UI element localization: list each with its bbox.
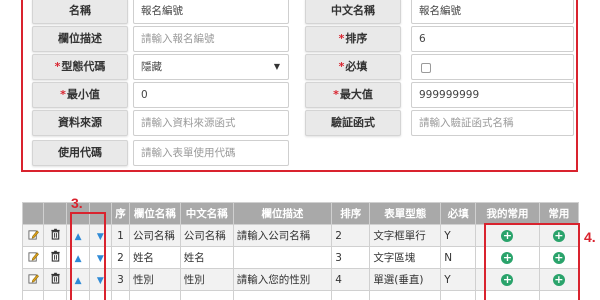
- label-min-value: *最小值: [32, 82, 128, 108]
- required-mark: *: [338, 32, 345, 45]
- trash-icon[interactable]: [50, 228, 61, 243]
- label-type-code: *型態代碼: [32, 54, 128, 80]
- header-chinese-name[interactable]: 中文名稱: [179, 202, 234, 225]
- description-field[interactable]: 請輸入報名編號: [133, 26, 289, 52]
- form-row-name: 名稱 報名編號 中文名稱 報名編號: [29, 0, 575, 24]
- label-name: 名稱: [32, 0, 128, 24]
- required-checkbox-field: [411, 54, 574, 80]
- edit-icon[interactable]: [28, 273, 39, 287]
- annotation-box-sort-arrows: [70, 212, 106, 300]
- sort-order-field[interactable]: 6: [411, 26, 574, 52]
- header-field-name[interactable]: 欄位名稱: [128, 202, 181, 225]
- trash-icon[interactable]: [50, 272, 61, 287]
- label-required: *必填: [305, 54, 401, 80]
- form-row-source: 資料來源 請輸入資料來源函式 驗証函式 請輸入驗証函式名稱: [29, 110, 575, 136]
- validation-function-field[interactable]: 請輸入驗証函式名稱: [411, 110, 574, 136]
- cell-chinese-name: 性別: [179, 268, 234, 291]
- label-data-source: 資料來源: [32, 110, 128, 136]
- cell-required: Y: [440, 224, 477, 247]
- cell-form-type: 文字框單行: [369, 224, 442, 247]
- header-edit: [21, 202, 45, 225]
- cell-form-type: 文字區塊: [369, 246, 442, 269]
- header-my-favorites[interactable]: 我的常用: [475, 202, 540, 225]
- cell-order: 2: [331, 224, 371, 247]
- required-mark: *: [338, 60, 345, 73]
- type-code-select[interactable]: 隱藏 ▼: [133, 54, 289, 80]
- header-favorites[interactable]: 常用: [538, 202, 580, 225]
- cell-seq: 3: [110, 268, 130, 291]
- header-form-type[interactable]: 表單型態: [369, 202, 442, 225]
- header-seq[interactable]: 序: [110, 202, 130, 225]
- header-order[interactable]: 排序: [331, 202, 371, 225]
- header-required[interactable]: 必填: [440, 202, 477, 225]
- form-row-type: *型態代碼 隱藏 ▼ *必填: [29, 54, 575, 80]
- cell-field-name: 性別: [128, 268, 181, 291]
- cell-field-name: 姓名: [128, 246, 181, 269]
- header-description[interactable]: 欄位描述: [232, 202, 333, 225]
- cell-seq: 1: [110, 224, 130, 247]
- form-row-description: 欄位描述 請輸入報名編號 *排序 6: [29, 26, 575, 52]
- required-mark: *: [333, 88, 339, 101]
- label-sort-order: *排序: [305, 26, 401, 52]
- form-row-range: *最小值 0 *最大值 999999999: [29, 82, 575, 108]
- annotation-box-favorites: [484, 223, 580, 300]
- chinese-name-field[interactable]: 報名編號: [411, 0, 574, 24]
- cell-chinese-name: 姓名: [179, 246, 234, 269]
- cell-chinese-name: 公司名稱: [179, 224, 234, 247]
- annotation-label-4: 4.: [584, 229, 596, 245]
- required-mark: *: [54, 60, 61, 73]
- form-row-usage: 使用代碼 請輸入表單使用代碼: [29, 140, 575, 166]
- header-delete: [43, 202, 68, 225]
- edit-icon[interactable]: [28, 251, 39, 265]
- max-value-field[interactable]: 999999999: [411, 82, 574, 108]
- cell-seq: 2: [110, 246, 130, 269]
- usage-code-field[interactable]: 請輸入表單使用代碼: [133, 140, 289, 166]
- edit-icon[interactable]: [28, 229, 39, 243]
- required-mark: *: [60, 88, 66, 101]
- min-value-field[interactable]: 0: [133, 82, 289, 108]
- cell-description: 請輸入您的性別: [232, 268, 333, 291]
- trash-icon[interactable]: [50, 250, 61, 265]
- data-source-field[interactable]: 請輸入資料來源函式: [133, 110, 289, 136]
- type-code-selected-value: 隱藏: [141, 61, 162, 73]
- label-max-value: *最大值: [305, 82, 401, 108]
- label-description: 欄位描述: [32, 26, 128, 52]
- name-field[interactable]: 報名編號: [133, 0, 289, 24]
- cell-form-type: 單選(垂直): [369, 268, 442, 291]
- label-validation-function: 驗証函式: [305, 110, 401, 136]
- chevron-down-icon: ▼: [273, 62, 280, 71]
- label-chinese-name: 中文名稱: [305, 0, 401, 24]
- required-checkbox[interactable]: [421, 63, 431, 73]
- cell-required: N: [440, 246, 477, 269]
- cell-required: Y: [440, 268, 477, 291]
- cell-order: 4: [331, 268, 371, 291]
- label-usage-code: 使用代碼: [32, 140, 128, 166]
- annotation-label-3: 3.: [71, 195, 83, 211]
- cell-field-name: 公司名稱: [128, 224, 181, 247]
- cell-description: [232, 246, 333, 269]
- field-edit-form: 名稱 報名編號 中文名稱 報名編號 欄位描述 請輸入報名編號 *排序 6 *型態…: [21, 0, 578, 172]
- cell-order: 3: [331, 246, 371, 269]
- cell-description: 請輸入公司名稱: [232, 224, 333, 247]
